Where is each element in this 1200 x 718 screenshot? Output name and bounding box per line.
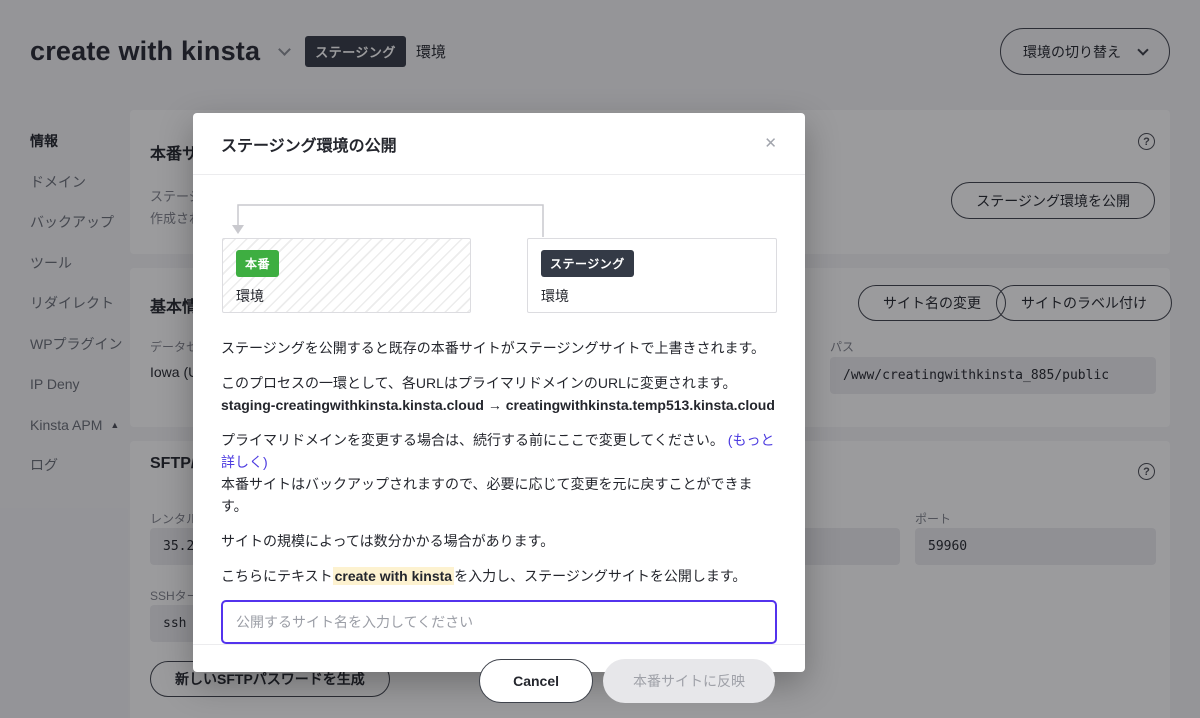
staging-badge: ステージング — [541, 250, 634, 277]
overwrite-warning-text: ステージングを公開すると既存の本番サイトがステージングサイトで上書きされます。 — [221, 337, 777, 359]
url-change-intro: このプロセスの一環として、各URLはプライマリドメインのURLに変更されます。 — [221, 372, 777, 394]
production-badge: 本番 — [236, 250, 279, 277]
modal-header: ステージング環境の公開 ✕ — [193, 113, 805, 175]
modal-title: ステージング環境の公開 — [221, 132, 397, 156]
primary-domain-note: プライマリドメインを変更する場合は、続行する前にここで変更してください。 — [221, 432, 724, 448]
url-change-text: このプロセスの一環として、各URLはプライマリドメインのURLに変更されます。 … — [221, 372, 777, 416]
staging-env-box: ステージング 環境 — [527, 238, 777, 313]
production-env-label: 環境 — [236, 286, 457, 306]
url-change-mapping: staging-creatingwithkinsta.kinsta.cloud … — [221, 394, 777, 416]
site-name-input[interactable] — [221, 600, 777, 644]
modal-footer: Cancel 本番サイトに反映 — [193, 644, 805, 717]
confirm-instruction-suffix: を入力し、ステージングサイトを公開します。 — [454, 568, 746, 584]
staging-env-label: 環境 — [541, 286, 763, 306]
confirm-instruction: こちらにテキストcreate with kinstaを入力し、ステージングサイト… — [221, 565, 777, 587]
primary-domain-text: プライマリドメインを変更する場合は、続行する前にここで変更してください。 (もっ… — [221, 429, 777, 517]
confirm-instruction-prefix: こちらにテキスト — [221, 568, 333, 584]
duration-note: サイトの規模によっては数分かかる場合があります。 — [221, 530, 777, 552]
publish-staging-modal: ステージング環境の公開 ✕ 本番 環境 ステージング 環境 ステージングを公開す… — [193, 113, 805, 672]
backup-note: 本番サイトはバックアップされますので、必要に応じて変更を元に戻すことができます。 — [221, 476, 752, 514]
primary-domain-line: プライマリドメインを変更する場合は、続行する前にここで変更してください。 (もっ… — [221, 429, 777, 517]
publish-to-production-button[interactable]: 本番サイトに反映 — [603, 659, 775, 703]
environment-diagram: 本番 環境 ステージング 環境 — [221, 201, 777, 313]
modal-body: 本番 環境 ステージング 環境 ステージングを公開すると既存の本番サイトがステー… — [193, 175, 805, 644]
staging-to-production-arrow-icon — [221, 201, 777, 241]
production-env-box: 本番 環境 — [222, 238, 471, 313]
close-icon[interactable]: ✕ — [764, 136, 777, 151]
cancel-button[interactable]: Cancel — [479, 659, 593, 703]
app-window: create with kinsta ステージング 環境 環境の切り替え 情報 … — [0, 0, 1200, 718]
confirm-site-name: create with kinsta — [333, 567, 455, 585]
